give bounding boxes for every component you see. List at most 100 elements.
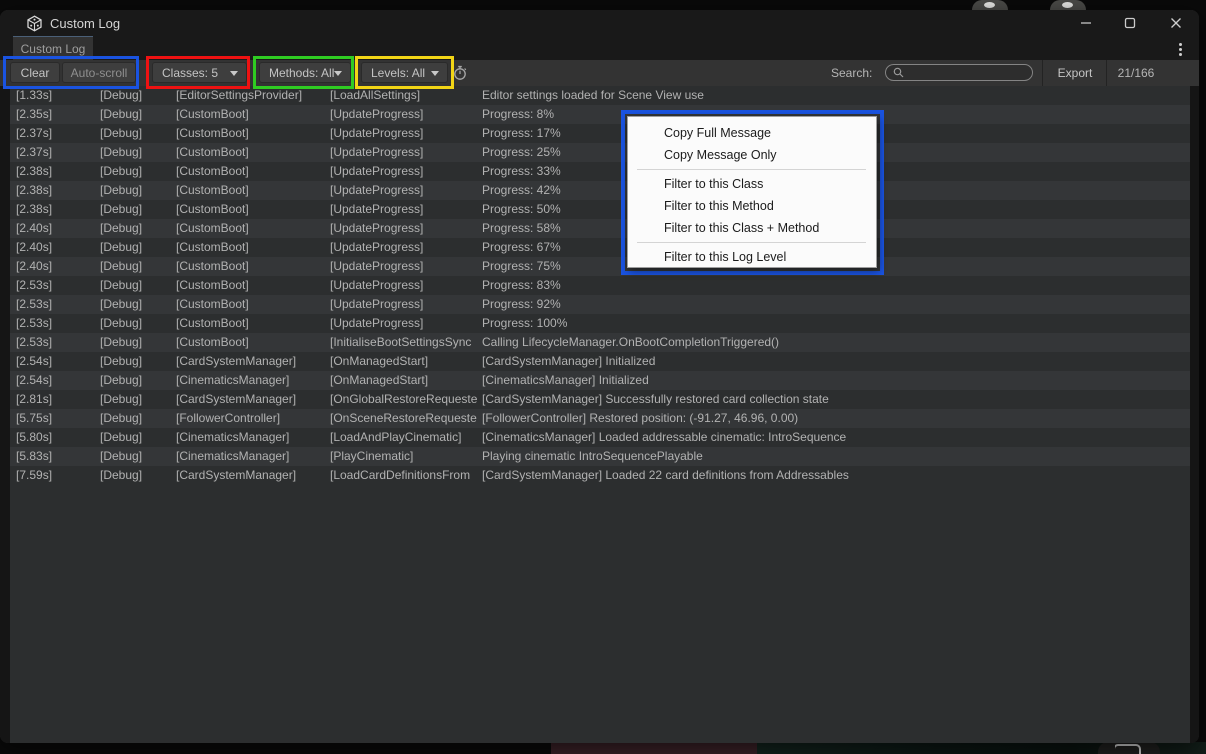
log-cell-method: [OnManagedStart]: [330, 352, 482, 371]
log-cell-level: [Debug]: [100, 409, 176, 428]
log-row[interactable]: [2.54s][Debug][CardSystemManager][OnMana…: [10, 352, 1190, 371]
log-row[interactable]: [2.81s][Debug][CardSystemManager][OnGlob…: [10, 390, 1190, 409]
log-cell-time: [5.75s]: [10, 409, 100, 428]
log-cell-time: [2.37s]: [10, 124, 100, 143]
log-cell-level: [Debug]: [100, 333, 176, 352]
annotation-box-methods: [253, 56, 354, 89]
log-cell-class: [CinematicsManager]: [176, 371, 330, 390]
log-row[interactable]: [2.53s][Debug][CustomBoot][UpdateProgres…: [10, 276, 1190, 295]
log-row[interactable]: [2.37s][Debug][CustomBoot][UpdateProgres…: [10, 124, 1190, 143]
log-cell-level: [Debug]: [100, 371, 176, 390]
context-menu-item-copy-message-only[interactable]: Copy Message Only: [628, 144, 876, 166]
log-cell-level: [Debug]: [100, 314, 176, 333]
log-cell-class: [CustomBoot]: [176, 219, 330, 238]
log-cell-message: [CardSystemManager] Initialized: [482, 352, 1190, 371]
log-cell-method: [InitialiseBootSettingsSync: [330, 333, 482, 352]
log-row[interactable]: [2.38s][Debug][CustomBoot][UpdateProgres…: [10, 200, 1190, 219]
annotation-box-levels: [355, 56, 454, 89]
log-cell-time: [2.38s]: [10, 200, 100, 219]
context-menu-item-filter-to-this-class-method[interactable]: Filter to this Class + Method: [628, 217, 876, 239]
context-menu-separator: [637, 169, 866, 170]
log-cell-message: [CinematicsManager] Initialized: [482, 371, 1190, 390]
context-menu-separator: [637, 242, 866, 243]
log-cell-level: [Debug]: [100, 257, 176, 276]
log-cell-time: [2.53s]: [10, 276, 100, 295]
log-cell-method: [UpdateProgress]: [330, 200, 482, 219]
screen: Custom Log Custom Log: [0, 0, 1206, 754]
log-cell-message: [CinematicsManager] Loaded addressable c…: [482, 428, 1190, 447]
log-cell-message: [CardSystemManager] Loaded 22 card defin…: [482, 466, 1190, 485]
log-row[interactable]: [5.80s][Debug][CinematicsManager][LoadAn…: [10, 428, 1190, 447]
log-cell-time: [5.83s]: [10, 447, 100, 466]
log-cell-time: [2.40s]: [10, 238, 100, 257]
toolbar-separator: [1106, 60, 1107, 86]
log-row[interactable]: [2.40s][Debug][CustomBoot][UpdateProgres…: [10, 257, 1190, 276]
log-cell-time: [2.40s]: [10, 257, 100, 276]
log-row[interactable]: [2.53s][Debug][CustomBoot][InitialiseBoo…: [10, 333, 1190, 352]
log-cell-method: [LoadCardDefinitionsFrom: [330, 466, 482, 485]
log-row[interactable]: [5.75s][Debug][FollowerController][OnSce…: [10, 409, 1190, 428]
log-cell-class: [CustomBoot]: [176, 314, 330, 333]
search-input[interactable]: [904, 66, 1018, 80]
log-panel: [1.33s][Debug][EditorSettingsProvider][L…: [0, 86, 1199, 743]
log-row[interactable]: [2.38s][Debug][CustomBoot][UpdateProgres…: [10, 162, 1190, 181]
log-cell-level: [Debug]: [100, 219, 176, 238]
maximize-button[interactable]: [1113, 10, 1147, 36]
background-app-icon: [972, 0, 1008, 10]
log-row[interactable]: [2.40s][Debug][CustomBoot][UpdateProgres…: [10, 238, 1190, 257]
log-cell-method: [UpdateProgress]: [330, 124, 482, 143]
log-cell-level: [Debug]: [100, 124, 176, 143]
log-cell-class: [CinematicsManager]: [176, 447, 330, 466]
speech-bubble-icon: [1115, 744, 1143, 754]
maximize-icon: [1124, 17, 1136, 29]
log-cell-class: [CardSystemManager]: [176, 352, 330, 371]
log-row[interactable]: [2.53s][Debug][CustomBoot][UpdateProgres…: [10, 295, 1190, 314]
log-cell-class: [CardSystemManager]: [176, 466, 330, 485]
context-menu-item-copy-full-message[interactable]: Copy Full Message: [628, 122, 876, 144]
log-row[interactable]: [2.53s][Debug][CustomBoot][UpdateProgres…: [10, 314, 1190, 333]
log-cell-class: [CustomBoot]: [176, 295, 330, 314]
log-cell-method: [UpdateProgress]: [330, 105, 482, 124]
search-box[interactable]: [885, 64, 1033, 81]
log-cell-method: [UpdateProgress]: [330, 181, 482, 200]
log-cell-level: [Debug]: [100, 295, 176, 314]
log-cell-time: [2.38s]: [10, 162, 100, 181]
context-menu-item-filter-to-this-class[interactable]: Filter to this Class: [628, 173, 876, 195]
log-cell-time: [2.81s]: [10, 390, 100, 409]
log-cell-time: [2.54s]: [10, 352, 100, 371]
log-cell-time: [2.53s]: [10, 295, 100, 314]
log-row[interactable]: [2.40s][Debug][CustomBoot][UpdateProgres…: [10, 219, 1190, 238]
close-button[interactable]: [1159, 10, 1193, 36]
log-row[interactable]: [5.83s][Debug][CinematicsManager][PlayCi…: [10, 447, 1190, 466]
stopwatch-icon[interactable]: [452, 65, 468, 81]
log-count-badge: 21/166: [1108, 60, 1164, 86]
log-cell-time: [2.40s]: [10, 219, 100, 238]
custom-log-window: Custom Log Custom Log: [0, 10, 1199, 743]
minimize-button[interactable]: [1069, 10, 1103, 36]
kebab-menu-icon[interactable]: [1173, 40, 1187, 58]
log-row[interactable]: [2.54s][Debug][CinematicsManager][OnMana…: [10, 371, 1190, 390]
log-cell-level: [Debug]: [100, 143, 176, 162]
log-row[interactable]: [2.38s][Debug][CustomBoot][UpdateProgres…: [10, 181, 1190, 200]
export-button[interactable]: Export: [1046, 60, 1104, 86]
log-cell-level: [Debug]: [100, 352, 176, 371]
log-cell-time: [7.59s]: [10, 466, 100, 485]
log-row[interactable]: [2.37s][Debug][CustomBoot][UpdateProgres…: [10, 143, 1190, 162]
title-bar[interactable]: Custom Log: [0, 10, 1199, 36]
log-cell-method: [LoadAndPlayCinematic]: [330, 428, 482, 447]
background-button: [1098, 742, 1160, 754]
background-game-strip: [0, 742, 1206, 754]
log-cell-level: [Debug]: [100, 466, 176, 485]
export-button-label: Export: [1058, 66, 1093, 80]
log-row[interactable]: [2.35s][Debug][CustomBoot][UpdateProgres…: [10, 105, 1190, 124]
log-cell-method: [OnManagedStart]: [330, 371, 482, 390]
context-menu-item-filter-to-this-log-level[interactable]: Filter to this Log Level: [628, 246, 876, 268]
log-cell-class: [CustomBoot]: [176, 276, 330, 295]
log-row[interactable]: [7.59s][Debug][CardSystemManager][LoadCa…: [10, 466, 1190, 485]
context-menu-item-filter-to-this-method[interactable]: Filter to this Method: [628, 195, 876, 217]
log-cell-method: [UpdateProgress]: [330, 314, 482, 333]
log-cell-method: [UpdateProgress]: [330, 276, 482, 295]
log-cell-class: [CustomBoot]: [176, 105, 330, 124]
log-cell-class: [FollowerController]: [176, 409, 330, 428]
context-menu: Copy Full MessageCopy Message Only Filter…: [627, 116, 877, 268]
